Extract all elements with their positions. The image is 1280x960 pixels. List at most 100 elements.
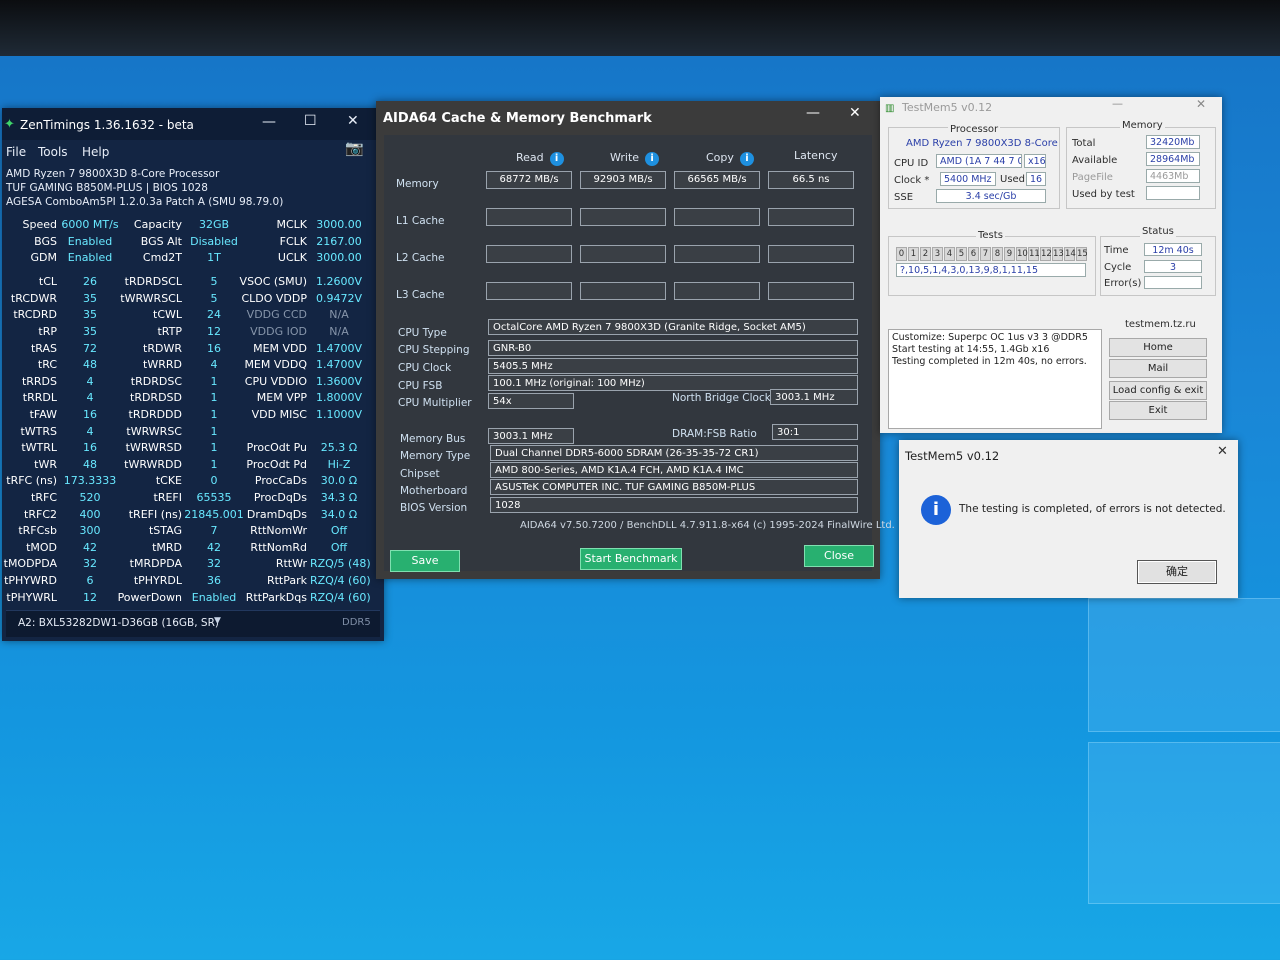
- minimize-button[interactable]: —: [806, 105, 820, 121]
- timing-label: tWTRS: [20, 424, 57, 438]
- result-value-field: [486, 245, 572, 263]
- timing-label: tMOD: [26, 540, 57, 554]
- minimize-button[interactable]: —: [1112, 97, 1123, 110]
- home-button[interactable]: Home: [1109, 338, 1207, 357]
- timing-value: 173.3333: [63, 474, 117, 488]
- mail-button[interactable]: Mail: [1109, 359, 1207, 378]
- test-cell: 11: [1028, 247, 1040, 261]
- info-icon[interactable]: i: [645, 152, 660, 166]
- clock-field: 5400 MHz: [940, 172, 996, 186]
- used-by-test-field: [1146, 186, 1200, 200]
- system-info-line-1: AMD Ryzen 7 9800X3D 8-Core Processor: [6, 168, 220, 180]
- cycle-label: Cycle: [1104, 262, 1132, 273]
- timing-value: 35: [83, 308, 97, 322]
- timing-value: Enabled: [67, 234, 113, 248]
- timing-value: 1.8000V: [315, 391, 362, 405]
- timing-value: 35: [83, 291, 97, 305]
- test-cell: 3: [932, 247, 943, 261]
- load-config-exit-button[interactable]: Load config & exit: [1109, 381, 1207, 400]
- menu-tools[interactable]: Tools: [38, 145, 68, 159]
- motherboard-label: Motherboard: [400, 485, 468, 497]
- result-value-field: [768, 282, 854, 300]
- timing-value: 1.4700V: [315, 358, 362, 372]
- result-value-field: [486, 208, 572, 226]
- menu-help[interactable]: Help: [82, 145, 109, 159]
- timing-label: tRDRDDD: [128, 408, 182, 421]
- close-button[interactable]: ✕: [1217, 444, 1228, 459]
- timing-value: 1T: [207, 251, 221, 265]
- close-button[interactable]: ✕: [1196, 97, 1206, 111]
- info-icon[interactable]: i: [739, 152, 754, 166]
- ok-button[interactable]: 确定: [1137, 560, 1217, 584]
- timing-label: tRAS: [30, 341, 57, 355]
- timing-value: Off: [330, 524, 348, 538]
- save-button[interactable]: Save: [390, 550, 460, 572]
- start-benchmark-button[interactable]: Start Benchmark: [580, 548, 682, 570]
- timing-label: BGS Alt: [140, 234, 182, 248]
- monitor-bezel: [0, 0, 1280, 56]
- errors-field: [1144, 276, 1202, 289]
- sse-label: SSE: [894, 192, 914, 203]
- col-header-write: Write i: [610, 151, 660, 166]
- timing-label: tRTP: [157, 325, 182, 338]
- timing-value: Disabled: [190, 234, 238, 248]
- cpuid-label: CPU ID: [894, 158, 929, 169]
- cpu-type-field: OctalCore AMD Ryzen 7 9800X3D (Granite R…: [488, 319, 858, 335]
- chevron-down-icon[interactable]: ▼: [214, 616, 221, 626]
- timing-label: tMRD: [152, 540, 182, 554]
- result-value-field: [580, 282, 666, 300]
- memory-bus-field: 3003.1 MHz: [488, 428, 574, 444]
- close-button[interactable]: ✕: [849, 105, 861, 121]
- timing-label: tWRWRSC: [126, 424, 182, 438]
- timing-value: 1.4700V: [315, 341, 362, 355]
- menu-file[interactable]: File: [6, 145, 26, 159]
- timing-label: CLDO VDDP: [241, 291, 307, 305]
- chipset-field: AMD 800-Series, AMD K1A.4 FCH, AMD K1A.4…: [490, 462, 858, 478]
- minimize-button[interactable]: —: [262, 114, 276, 130]
- timing-label: tRDRDSC: [130, 374, 182, 388]
- result-value-field: [674, 245, 760, 263]
- timing-value: 1: [210, 408, 218, 421]
- timing-value: 1: [210, 424, 218, 438]
- used-by-test-label: Used by test: [1072, 189, 1135, 200]
- timing-label: VDDG CCD: [246, 308, 307, 322]
- info-icon[interactable]: i: [549, 152, 564, 166]
- system-info-line-2: TUF GAMING B850M-PLUS | BIOS 1028: [6, 182, 208, 194]
- timing-label: MCLK: [276, 218, 307, 231]
- timing-label: VSOC (SMU): [239, 275, 307, 289]
- result-value-field: [768, 208, 854, 226]
- timing-label: tRCDRD: [13, 308, 57, 322]
- tests-group-label: Tests: [976, 230, 1005, 241]
- timing-value: 4: [210, 358, 218, 372]
- timing-value: 36: [207, 574, 221, 587]
- maximize-button[interactable]: ☐: [304, 113, 317, 129]
- log-line: Testing completed in 12m 40s, no errors.: [892, 356, 1087, 367]
- zentimings-window: ✦ ZenTimings 1.36.1632 - beta — ☐ ✕ File…: [2, 108, 384, 641]
- exit-button[interactable]: Exit: [1109, 401, 1207, 420]
- timing-label: tWRRD: [143, 358, 182, 372]
- timing-value: 3000.00: [316, 218, 362, 231]
- memory-bus-label: Memory Bus: [400, 433, 466, 445]
- timing-value: RZQ/5 (48): [310, 557, 371, 571]
- cpu-multiplier-field: 54x: [488, 393, 574, 409]
- bios-version-field: 1028: [490, 497, 858, 513]
- timing-label: MEM VDD: [253, 341, 307, 355]
- dimm-select[interactable]: A2: BXL53282DW1-D36GB (16GB, SR): [18, 617, 219, 629]
- timing-value: 72: [83, 341, 97, 355]
- test-cell: 12: [1040, 247, 1052, 261]
- timing-value: N/A: [329, 308, 349, 322]
- test-cell: 7: [980, 247, 991, 261]
- timing-label: RttParkDqs: [245, 590, 307, 604]
- close-button[interactable]: ✕: [347, 113, 359, 129]
- camera-icon[interactable]: 📷: [345, 139, 364, 157]
- close-benchmark-button[interactable]: Close: [804, 545, 874, 567]
- col-header-copy: Copy i: [706, 151, 754, 166]
- timing-label: MEM VDDQ: [244, 358, 307, 372]
- timing-value: 30.0 Ω: [320, 474, 358, 488]
- timing-label: UCLK: [277, 251, 307, 265]
- timing-value: 34.3 Ω: [320, 491, 358, 504]
- windows-logo-pane-top: [1088, 598, 1280, 732]
- site-link[interactable]: testmem.tz.ru: [1125, 319, 1196, 330]
- timing-label: RttPark: [266, 574, 307, 587]
- timing-label: FCLK: [279, 234, 307, 248]
